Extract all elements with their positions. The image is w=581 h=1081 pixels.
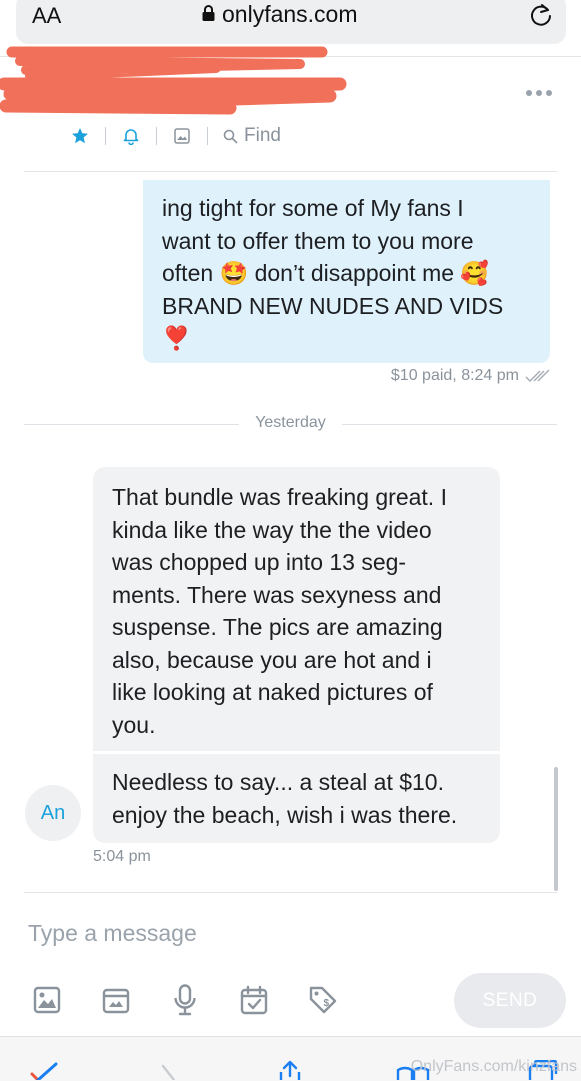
message-line: ments. There was sexyness and: [112, 581, 442, 608]
date-separator-label: Yesterday: [255, 414, 326, 431]
text-size-button[interactable]: AA: [32, 3, 61, 29]
price-tag-icon[interactable]: $: [308, 984, 338, 1016]
message-line: BRAND NEW NUDES AND VIDS: [162, 292, 504, 319]
redaction-scribble: [0, 46, 347, 115]
add-photo-icon[interactable]: [32, 984, 62, 1016]
browser-address-bar[interactable]: AA onlyfans.com: [16, 0, 566, 44]
message-line: want to offer them to you more: [162, 227, 474, 254]
image-icon[interactable]: [172, 126, 192, 146]
message-line: also, because you are hot and i: [112, 646, 432, 673]
schedule-calendar-icon[interactable]: [239, 984, 269, 1016]
message-line: was chopped up into 13 seg-: [112, 549, 407, 575]
chat-toolbar: Find: [70, 124, 281, 148]
svg-text:$: $: [324, 998, 330, 1009]
vault-icon[interactable]: [101, 984, 131, 1016]
composer-actions: $: [32, 984, 338, 1016]
outgoing-message-meta: $10 paid, 8:24 pm: [391, 367, 551, 385]
message-line: suspense. The pics are amazing: [112, 614, 443, 640]
star-icon[interactable]: [70, 126, 90, 146]
message-line: That bundle was freaking great. I: [112, 484, 447, 510]
message-line: ❣️: [162, 325, 191, 351]
message-input[interactable]: [28, 916, 528, 950]
message-line: like looking at naked pictures of: [112, 679, 433, 705]
message-line: you.: [112, 711, 156, 738]
reload-icon[interactable]: [528, 2, 554, 28]
read-checkmarks-icon: [525, 369, 550, 383]
paid-timestamp: $10 paid, 8:24 pm: [390, 367, 519, 384]
lock-icon: [202, 5, 215, 21]
toolbar-divider: [24, 171, 557, 172]
incoming-message-bubble[interactable]: That bundle was freaking great. I kinda …: [93, 467, 500, 751]
incoming-message-bubble[interactable]: Needless to say... a steal at $10. enjoy…: [93, 754, 500, 843]
message-line: Needless to say... a steal at $10.: [112, 769, 444, 795]
composer-divider: [24, 892, 557, 893]
forward-chevron-icon[interactable]: [160, 1064, 178, 1080]
url-domain[interactable]: onlyfans.com: [222, 1, 358, 28]
bell-icon[interactable]: [121, 126, 141, 146]
find-label: Find: [244, 125, 281, 146]
watermark: OnlyFans.com/kinzfans: [410, 1058, 577, 1075]
more-options-icon[interactable]: [526, 86, 556, 100]
find-button[interactable]: Find: [223, 125, 281, 147]
microphone-icon[interactable]: [170, 984, 200, 1016]
message-line: enjoy the beach, wish i was there.: [112, 801, 458, 828]
message-line: ing tight for some of My fans I: [162, 195, 464, 221]
outgoing-message-bubble[interactable]: ing tight for some of My fans I want to …: [143, 180, 550, 363]
incoming-message-time: 5:04 pm: [93, 848, 151, 865]
search-icon: [223, 129, 238, 143]
avatar[interactable]: An: [25, 785, 81, 841]
send-button[interactable]: SEND: [454, 973, 566, 1028]
share-icon[interactable]: [274, 1060, 306, 1080]
message-line: often 🤩 don’t disappoint me 🥰: [162, 260, 490, 286]
date-separator: Yesterday: [24, 413, 557, 435]
checkmark-icon[interactable]: [30, 1062, 58, 1080]
message-line: kinda like the way the the video: [112, 516, 432, 543]
scrollbar[interactable]: [554, 767, 558, 891]
